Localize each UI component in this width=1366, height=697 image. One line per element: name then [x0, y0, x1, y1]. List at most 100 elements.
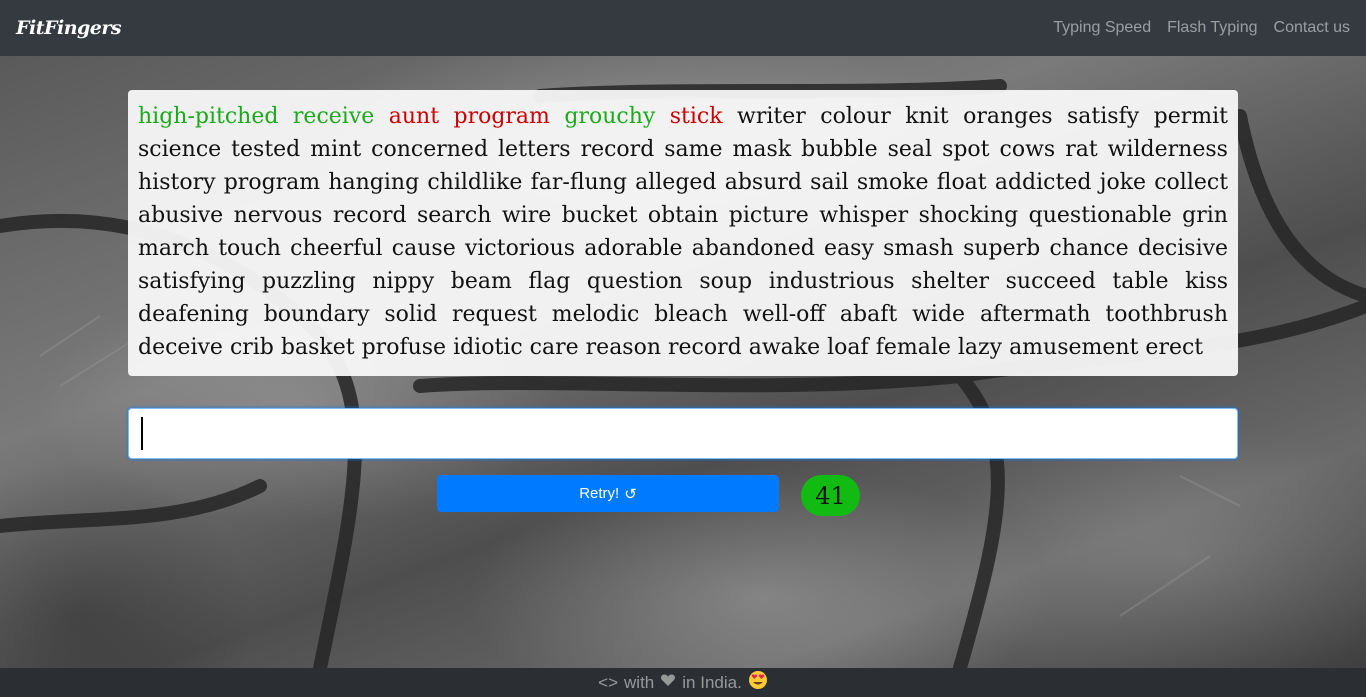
passage-word: lazy: [957, 335, 1003, 360]
passage-word: picture: [728, 203, 809, 228]
text-caret: [141, 417, 143, 450]
passage-word: adorable: [584, 236, 683, 261]
passage-word: chance: [1049, 236, 1129, 261]
passage-word: permit: [1153, 104, 1228, 129]
passage-word: joke: [1099, 170, 1147, 195]
passage-word: smoke: [856, 170, 929, 195]
footer: <> with in India.: [0, 668, 1366, 697]
passage-word: spot: [942, 137, 990, 162]
passage-word: abusive: [138, 203, 224, 228]
passage-word: cows: [999, 137, 1056, 162]
nav-link-typing-speed[interactable]: Typing Speed: [1053, 19, 1151, 37]
footer-location-text: in India.: [682, 672, 742, 692]
passage-word: stick: [669, 104, 723, 129]
passage-word: alleged: [635, 170, 717, 195]
retry-button[interactable]: Retry! ↺: [437, 475, 779, 512]
passage-word: addicted: [994, 170, 1092, 195]
passage-word: concerned: [371, 137, 489, 162]
heart-icon: [660, 672, 676, 693]
footer-with-text: with: [624, 672, 655, 692]
passage-word: table: [1112, 269, 1169, 294]
passage-word: smash: [883, 236, 954, 261]
passage-word: tested: [231, 137, 301, 162]
passage-word: erect: [1145, 335, 1204, 360]
passage-word: collect: [1154, 170, 1229, 195]
passage-word: search: [416, 203, 492, 228]
timer-badge: 41: [801, 475, 860, 516]
passage-word: wilderness: [1107, 137, 1228, 162]
passage-word: well-off: [742, 302, 826, 327]
passage-word: oranges: [963, 104, 1053, 129]
passage-word: female: [875, 335, 951, 360]
passage-word: loaf: [827, 335, 869, 360]
heart-eyes-emoji-icon: [748, 670, 768, 695]
typing-passage: high-pitched receive aunt program grouch…: [128, 90, 1238, 376]
passage-word: grouchy: [564, 104, 656, 129]
passage-word: bleach: [654, 302, 728, 327]
code-symbol: <>: [598, 672, 619, 692]
passage-word: industrious: [768, 269, 895, 294]
passage-word: questionable: [1028, 203, 1172, 228]
brand-logo[interactable]: FitFingers: [16, 17, 122, 39]
passage-word: cause: [391, 236, 456, 261]
passage-word: wide: [912, 302, 966, 327]
passage-word: shocking: [918, 203, 1019, 228]
nav-link-contact-us[interactable]: Contact us: [1274, 19, 1350, 37]
passage-word: easy: [824, 236, 874, 261]
passage-word: writer: [737, 104, 806, 129]
passage-word: grin: [1182, 203, 1228, 228]
passage-word: shelter: [911, 269, 990, 294]
passage-word: abandoned: [691, 236, 815, 261]
passage-word: mint: [310, 137, 362, 162]
passage-word: same: [664, 137, 723, 162]
passage-word: bubble: [801, 137, 878, 162]
nav-links: Typing Speed Flash Typing Contact us: [1053, 19, 1350, 37]
passage-word: knit: [905, 104, 949, 129]
typing-input[interactable]: [128, 408, 1238, 459]
passage-word: sail: [810, 170, 849, 195]
passage-word: far-flung: [530, 170, 627, 195]
passage-word: absurd: [724, 170, 802, 195]
passage-word: colour: [820, 104, 891, 129]
passage-word: toothbrush: [1105, 302, 1228, 327]
passage-word: satisfy: [1067, 104, 1140, 129]
passage-word: request: [451, 302, 537, 327]
passage-word: idiotic: [453, 335, 523, 360]
passage-word: deceive: [138, 335, 223, 360]
passage-word: hanging: [328, 170, 420, 195]
passage-word: profuse: [361, 335, 447, 360]
passage-word: science: [138, 137, 222, 162]
passage-word: melodic: [551, 302, 640, 327]
passage-word: flag: [528, 269, 571, 294]
passage-word: kiss: [1185, 269, 1229, 294]
passage-word: beam: [450, 269, 512, 294]
passage-word: decisive: [1137, 236, 1229, 261]
passage-word: rat: [1065, 137, 1098, 162]
passage-word: satisfying: [138, 269, 246, 294]
nav-link-flash-typing[interactable]: Flash Typing: [1167, 19, 1257, 37]
passage-word: seal: [887, 137, 933, 162]
passage-word: victorious: [464, 236, 576, 261]
passage-word: superb: [963, 236, 1041, 261]
passage-word: succeed: [1005, 269, 1096, 294]
passage-word: question: [586, 269, 683, 294]
passage-word: record: [580, 137, 655, 162]
passage-word: history: [138, 170, 216, 195]
retry-label: Retry!: [579, 485, 620, 502]
passage-word: aftermath: [979, 302, 1091, 327]
passage-word: nervous: [233, 203, 323, 228]
passage-word: march: [138, 236, 209, 261]
passage-word: touch: [218, 236, 281, 261]
passage-word: letters: [498, 137, 571, 162]
passage-word: whisper: [819, 203, 909, 228]
passage-word: amusement: [1009, 335, 1139, 360]
passage-word: crib: [229, 335, 274, 360]
passage-word: boundary: [263, 302, 370, 327]
passage-word: wire: [501, 203, 552, 228]
passage-word: solid: [384, 302, 438, 327]
passage-word: program: [223, 170, 321, 195]
passage-word: reason: [585, 335, 662, 360]
passage-word: receive: [292, 104, 375, 129]
passage-word: record: [332, 203, 407, 228]
passage-word: program: [453, 104, 550, 129]
